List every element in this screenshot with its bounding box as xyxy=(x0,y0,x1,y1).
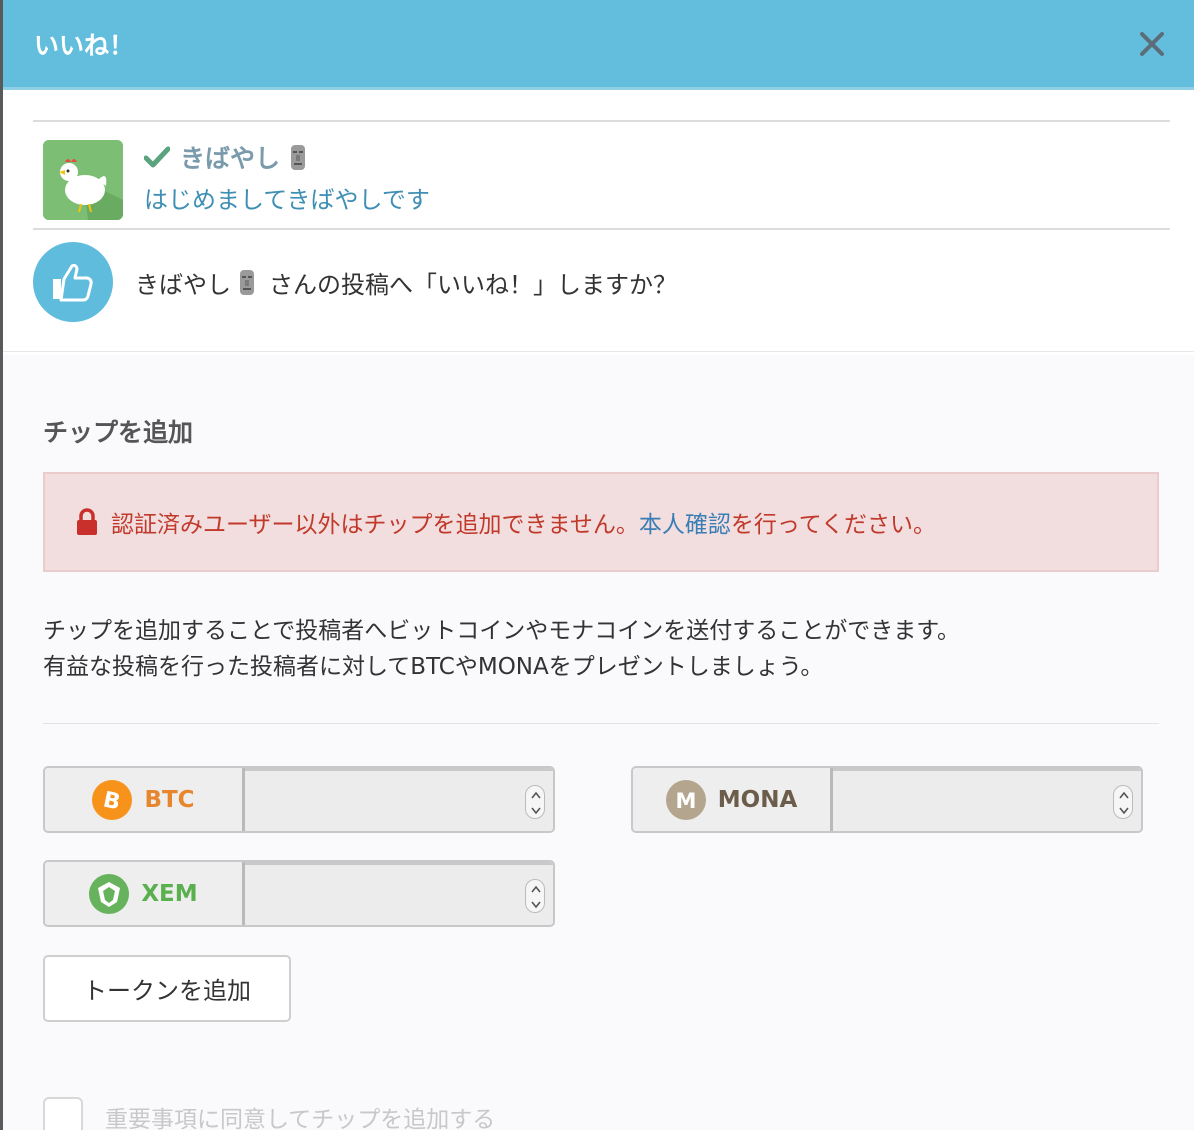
like-question: きばやし さんの投稿へ「いいね！」しますか？ xyxy=(135,265,677,300)
divider xyxy=(43,723,1159,724)
xem-label: XEM xyxy=(45,862,245,925)
btc-label-text: BTC xyxy=(144,786,195,813)
thumbs-up-icon xyxy=(33,242,113,322)
agree-label: 重要事項に同意してチップを追加する xyxy=(105,1107,496,1130)
btc-input-group: B BTC xyxy=(43,766,555,833)
verified-check-icon xyxy=(144,146,170,168)
btc-spinner[interactable] xyxy=(525,785,545,819)
monacoin-icon: M xyxy=(665,779,706,820)
like-question-text: さんの投稿へ「いいね！」しますか？ xyxy=(269,270,677,299)
spinner-arrows-icon xyxy=(531,885,541,909)
mona-input-group: M MONA xyxy=(631,766,1143,833)
author-name: きばやし xyxy=(180,144,281,173)
spinner-arrows-icon xyxy=(1119,791,1129,815)
avatar[interactable] xyxy=(43,140,123,220)
author-row: きばやし はじめましてきばやしです xyxy=(43,140,430,220)
tip-title: チップを追加 xyxy=(43,418,194,447)
moai-icon xyxy=(291,145,306,170)
lock-icon xyxy=(77,508,97,535)
tip-description: チップを追加することで投稿者へビットコインやモナコインを送付することができます。… xyxy=(43,613,960,685)
modal-header: いいね！ xyxy=(3,0,1194,90)
divider xyxy=(33,120,1170,122)
like-modal: いいね！ きばやし はじめましてきばやしです きばやし さんの投稿へ「いいね！」… xyxy=(3,0,1194,1130)
modal-title: いいね！ xyxy=(34,31,135,60)
mona-amount-input[interactable] xyxy=(833,768,1141,831)
like-author-name: きばやし xyxy=(135,270,231,299)
svg-text:M: M xyxy=(675,789,696,813)
xem-amount-input[interactable] xyxy=(245,862,553,925)
add-token-button[interactable]: トークンを追加 xyxy=(43,955,291,1022)
alert-tail: を行ってください。 xyxy=(730,512,937,538)
verification-alert: 認証済みユーザー以外はチップを追加できません。 本人確認 を行ってください。 xyxy=(43,472,1159,572)
nem-icon xyxy=(89,873,130,914)
btc-amount-input[interactable] xyxy=(245,768,553,831)
xem-input-group: XEM xyxy=(43,860,555,927)
xem-spinner[interactable] xyxy=(525,879,545,913)
moai-icon xyxy=(240,270,254,295)
close-icon[interactable] xyxy=(1138,30,1166,58)
btc-label: B BTC xyxy=(45,768,245,831)
agree-row: 重要事項に同意してチップを追加する xyxy=(43,1097,495,1130)
mona-label-text: MONA xyxy=(717,786,798,813)
author-bio: はじめましてきばやしです xyxy=(144,186,430,214)
chicken-icon xyxy=(43,140,123,220)
xem-label-text: XEM xyxy=(141,880,198,907)
mona-spinner[interactable] xyxy=(1113,785,1133,819)
desc-line: 有益な投稿を行った投稿者に対してBTCやMONAをプレゼントしましょう。 xyxy=(43,654,824,680)
svg-text:B: B xyxy=(101,787,123,815)
like-confirm-row: きばやし さんの投稿へ「いいね！」しますか？ xyxy=(33,242,677,322)
spinner-arrows-icon xyxy=(531,791,541,815)
identity-verify-link[interactable]: 本人確認 xyxy=(639,505,731,539)
desc-line: チップを追加することで投稿者へビットコインやモナコインを送付することができます。 xyxy=(43,618,961,644)
agree-checkbox[interactable] xyxy=(43,1097,83,1130)
post-summary: きばやし はじめましてきばやしです きばやし さんの投稿へ「いいね！」しますか？ xyxy=(3,90,1194,352)
alert-text: 認証済みユーザー以外はチップを追加できません。 xyxy=(111,512,639,538)
mona-label: M MONA xyxy=(633,768,833,831)
bitcoin-icon: B xyxy=(92,779,133,820)
tip-section: チップを追加 認証済みユーザー以外はチップを追加できません。 本人確認 を行ってくだ… xyxy=(3,355,1194,1130)
author-name-line[interactable]: きばやし xyxy=(144,140,430,174)
author-info: きばやし はじめましてきばやしです xyxy=(144,140,430,215)
divider xyxy=(33,228,1170,230)
